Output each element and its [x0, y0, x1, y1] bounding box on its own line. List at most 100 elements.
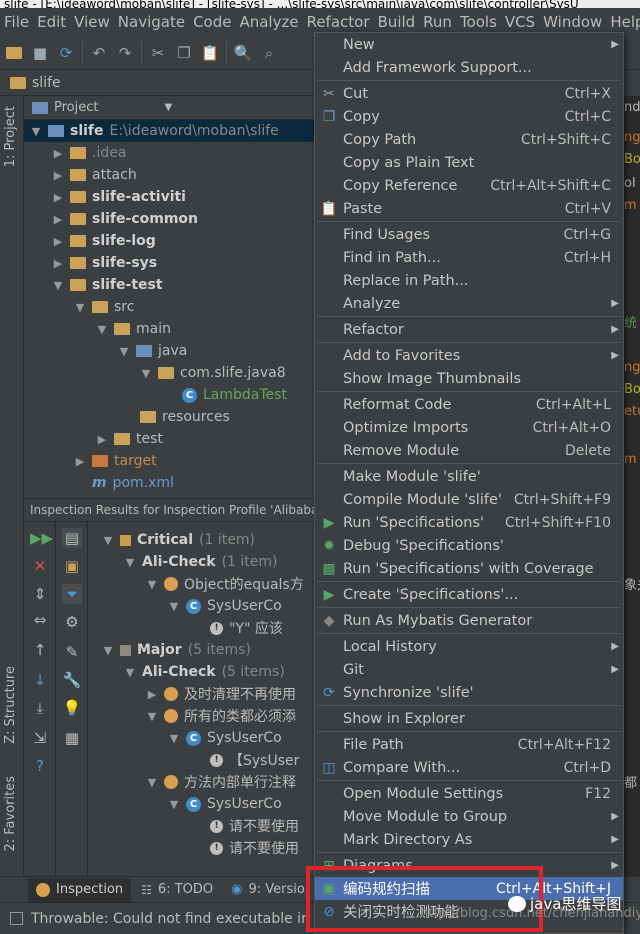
cut-icon[interactable]: ✂ — [148, 43, 168, 63]
menu-item-move-module-to-group[interactable]: Move Module to Group ▶ — [315, 805, 623, 828]
chevron-down-icon[interactable]: ▼ — [118, 345, 130, 358]
menu-item-file-path[interactable]: File Path Ctrl+Alt+F12 — [315, 733, 623, 756]
menu-run[interactable]: Run — [419, 13, 456, 31]
menu-tools[interactable]: Tools — [456, 13, 501, 31]
menu-build[interactable]: Build — [374, 13, 420, 31]
tree-node-lambdatest[interactable]: C LambdaTest — [182, 384, 287, 406]
tree-node-slife-test[interactable]: ▼ slife-test — [52, 274, 163, 296]
menu-view[interactable]: View — [70, 13, 114, 31]
chevron-down-icon[interactable]: ▼ — [102, 534, 114, 547]
tree-node-slife-activiti[interactable]: ▶ slife-activiti — [52, 186, 186, 208]
menu-item-make-module-slife[interactable]: Make Module 'slife' — [315, 465, 623, 488]
rerun-icon[interactable]: ▶▶ — [30, 528, 53, 548]
find-icon[interactable]: 🔍 — [233, 43, 253, 63]
chevron-down-icon[interactable]: ▼ — [102, 644, 114, 657]
redo-icon[interactable]: ↷ — [115, 43, 135, 63]
menu-file[interactable]: File — [0, 13, 33, 31]
menu-code[interactable]: Code — [189, 13, 235, 31]
menu-item-copy-as-plain-text[interactable]: Copy as Plain Text — [315, 151, 623, 174]
tab-version-control[interactable]: ◉ 9: Versio — [223, 878, 313, 902]
menu-item-remove-module[interactable]: Remove Module Delete — [315, 439, 623, 462]
inspection-node[interactable]: ! 请不要使用 — [210, 837, 299, 859]
menu-item-run-specifications-with-coverage[interactable]: ▩ Run 'Specifications' with Coverage — [315, 557, 623, 580]
wrench-icon[interactable]: 🔧 — [62, 670, 82, 690]
menu-item-local-history[interactable]: Local History ▶ — [315, 635, 623, 658]
tree-node-target[interactable]: ▶ target — [74, 450, 157, 472]
inspection-node[interactable]: ▼ Ali-Check (5 items) — [124, 661, 285, 683]
menu-item-add-to-favorites[interactable]: Add to Favorites ▶ — [315, 344, 623, 367]
tree-node-idea[interactable]: ▶ .idea — [52, 142, 127, 164]
menu-item-run-specifications[interactable]: ▶ Run 'Specifications' Ctrl+Shift+F10 — [315, 511, 623, 534]
chevron-right-icon[interactable]: ▶ — [52, 235, 64, 248]
menu-help[interactable]: Help — [606, 13, 640, 31]
chevron-down-icon[interactable]: ▼ — [146, 776, 158, 789]
edit-settings-icon[interactable]: ⚙ — [62, 612, 82, 632]
menu-item-debug-specifications[interactable]: ✹ Debug 'Specifications' — [315, 534, 623, 557]
replace-icon[interactable]: ⌕ — [259, 43, 279, 63]
tab-project[interactable]: 1: Project — [3, 106, 18, 167]
menu-vcs[interactable]: VCS — [501, 13, 539, 31]
tree-node-test[interactable]: ▶ test — [96, 428, 163, 450]
project-panel-header[interactable]: Project ▼ — [24, 96, 320, 120]
paste-icon[interactable]: 📋 — [200, 43, 220, 63]
menu-item-compare-with[interactable]: ◫ Compare With... Ctrl+D — [315, 756, 623, 779]
autoscroll-icon[interactable]: ⇲ — [30, 728, 50, 748]
chevron-down-icon[interactable]: ▼ — [96, 323, 108, 336]
inspection-node[interactable]: ▼ 方法内部单行注释 — [146, 771, 296, 793]
inspection-node[interactable]: ▼ C SysUserCo — [168, 793, 282, 815]
tree-node-java[interactable]: ▼ java — [118, 340, 188, 362]
menu-item-reformat-code[interactable]: Reformat Code Ctrl+Alt+L — [315, 393, 623, 416]
menu-refactor[interactable]: Refactor — [303, 13, 374, 31]
menu-item-refactor[interactable]: Refactor ▶ — [315, 318, 623, 341]
export-icon[interactable]: ⤓ — [30, 698, 50, 718]
edit-icon[interactable]: ✎ — [62, 642, 82, 662]
inspection-node[interactable]: ▼ Object的equals方 — [146, 573, 304, 595]
tree-node-main[interactable]: ▼ main — [96, 318, 171, 340]
chevron-down-icon[interactable]: ▼ — [52, 279, 64, 292]
chevron-right-icon[interactable]: ▶ — [74, 455, 86, 468]
project-view-selector[interactable]: Project — [54, 100, 98, 115]
menu-item-new[interactable]: New ▶ — [315, 33, 623, 56]
tree-node-resources[interactable]: resources — [140, 406, 230, 428]
chevron-down-icon[interactable]: ▼ — [168, 798, 180, 811]
menu-item-cut[interactable]: ✂ Cut Ctrl+X — [315, 82, 623, 105]
tree-node-src[interactable]: ▼ src — [74, 296, 135, 318]
copy-icon[interactable]: ❐ — [174, 43, 194, 63]
menu-item-mark-directory-as[interactable]: Mark Directory As ▶ — [315, 828, 623, 851]
suppress-icon[interactable]: ▦ — [62, 728, 82, 748]
inspection-node[interactable]: ▼ 所有的类都必须添 — [146, 705, 296, 727]
menu-item-add-framework-support[interactable]: Add Framework Support... — [315, 56, 623, 79]
sync-icon[interactable]: ⟳ — [56, 43, 76, 63]
inspection-node[interactable]: ▼ Major (5 items) — [102, 639, 251, 661]
tab-structure[interactable]: Z: Structure — [3, 666, 18, 744]
close-icon[interactable]: ✕ — [30, 556, 50, 576]
chevron-down-icon[interactable]: ▼ — [168, 732, 180, 745]
down-arrow-icon[interactable]: ↓ — [30, 670, 50, 690]
tree-node-slife-log[interactable]: ▶ slife-log — [52, 230, 156, 252]
expand-all-icon[interactable]: ⇕ — [30, 584, 50, 604]
menu-item-analyze[interactable]: Analyze ▶ — [315, 292, 623, 315]
menu-item-run-as-mybatis-generator[interactable]: ◆ Run As Mybatis Generator — [315, 609, 623, 632]
chevron-down-icon[interactable]: ▼ — [30, 125, 42, 138]
chevron-down-icon[interactable]: ▼ — [124, 556, 136, 569]
menu-item-copy-path[interactable]: Copy Path Ctrl+Shift+C — [315, 128, 623, 151]
inspection-node[interactable]: ▼ Critical (1 item) — [102, 529, 255, 551]
inspection-node[interactable]: ▶ 及时清理不再使用 — [146, 683, 296, 705]
tab-todo[interactable]: ☷ 6: TODO — [133, 878, 221, 902]
menu-item-show-image-thumbnails[interactable]: Show Image Thumbnails — [315, 367, 623, 390]
inspection-node[interactable]: ▼ C SysUserCo — [168, 727, 282, 749]
chevron-down-icon[interactable]: ▼ — [146, 710, 158, 723]
chevron-right-icon[interactable]: ▶ — [52, 257, 64, 270]
group-by-directory-icon[interactable]: ▣ — [62, 556, 82, 576]
inspection-node[interactable]: ▼ C SysUserCo — [168, 595, 282, 617]
tab-inspection[interactable]: Inspection — [28, 877, 132, 902]
chevron-down-icon[interactable]: ▼ — [124, 666, 136, 679]
menu-item-find-in-path[interactable]: Find in Path... Ctrl+H — [315, 246, 623, 269]
menu-navigate[interactable]: Navigate — [114, 13, 189, 31]
menu-item-find-usages[interactable]: Find Usages Ctrl+G — [315, 223, 623, 246]
tree-node-attach[interactable]: ▶ attach — [52, 164, 137, 186]
tree-node-slife-sys[interactable]: ▶ slife-sys — [52, 252, 157, 274]
inspection-node[interactable]: ! 请不要使用 — [210, 815, 299, 837]
chevron-right-icon[interactable]: ▶ — [52, 191, 64, 204]
chevron-right-icon[interactable]: ▶ — [52, 147, 64, 160]
